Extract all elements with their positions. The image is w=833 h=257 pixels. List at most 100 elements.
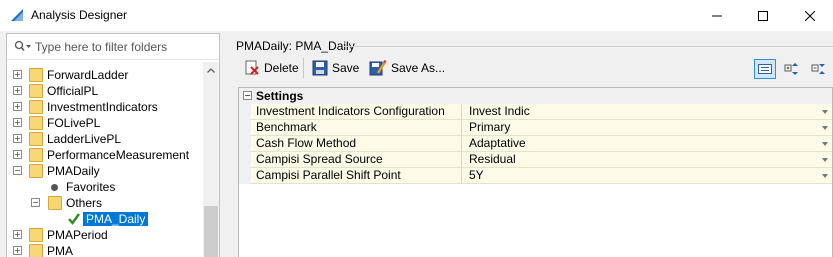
- property-row[interactable]: Investment Indicators Configuration Inve…: [239, 104, 832, 120]
- minimize-icon: [712, 15, 722, 16]
- checkmark-icon: [68, 213, 80, 225]
- tree-item-favorites[interactable]: Favorites: [7, 179, 203, 195]
- collapse-all-icon: [811, 64, 825, 74]
- tree-item-label: PMA_Daily: [83, 212, 149, 226]
- tree-item-label: Favorites: [66, 180, 116, 194]
- maximize-button[interactable]: [740, 0, 786, 31]
- categorized-view-button[interactable]: [754, 59, 776, 79]
- close-button[interactable]: [787, 0, 833, 31]
- save-button[interactable]: Save: [312, 57, 359, 79]
- property-grid: − Settings Investment Indicators Configu…: [238, 87, 833, 257]
- folder-icon: [29, 148, 43, 162]
- tree-item-ladderlivepl[interactable]: + LadderLivePL: [7, 131, 203, 147]
- title-divider: [344, 46, 833, 47]
- folder-icon: [29, 84, 43, 98]
- expand-all-icon: [784, 63, 798, 75]
- property-value[interactable]: 5Y: [462, 168, 832, 184]
- property-value[interactable]: Primary: [462, 120, 832, 136]
- property-name: Benchmark: [251, 120, 462, 136]
- app-logo-icon: [11, 9, 23, 21]
- tree-item-pmaperiod[interactable]: + PMAPeriod: [7, 227, 203, 243]
- folder-icon: [29, 132, 43, 146]
- property-value[interactable]: Residual: [462, 152, 832, 168]
- save-as-button[interactable]: Save As...: [369, 57, 445, 79]
- property-value-text: Residual: [469, 152, 516, 166]
- tree-item-pma-daily[interactable]: PMA_Daily: [7, 211, 203, 227]
- tree-item-officialpl[interactable]: + OfficialPL: [7, 83, 203, 99]
- property-value-text: 5Y: [469, 168, 484, 182]
- window-title: Analysis Designer: [31, 8, 128, 22]
- folder-icon: [29, 116, 43, 130]
- expand-icon[interactable]: +: [13, 86, 22, 95]
- tree-item-performancemeasurement[interactable]: + PerformanceMeasurement: [7, 147, 203, 163]
- collapse-icon[interactable]: −: [31, 198, 40, 207]
- folder-filter-input[interactable]: [35, 39, 213, 55]
- tree-item-investmentindicators[interactable]: + InvestmentIndicators: [7, 99, 203, 115]
- property-row[interactable]: Campisi Parallel Shift Point 5Y: [239, 168, 832, 184]
- property-name: Cash Flow Method: [251, 136, 462, 152]
- tree-item-forwardladder[interactable]: + ForwardLadder: [7, 67, 203, 83]
- settings-category[interactable]: − Settings: [239, 88, 832, 104]
- folder-icon: [29, 244, 43, 257]
- folder-panel: + ForwardLadder + OfficialPL + Investmen…: [6, 33, 220, 257]
- scrollbar-thumb[interactable]: [204, 206, 218, 257]
- delete-icon: [245, 60, 259, 75]
- expand-icon[interactable]: +: [13, 70, 22, 79]
- folder-tree: + ForwardLadder + OfficialPL + Investmen…: [7, 62, 203, 257]
- expand-icon[interactable]: +: [13, 246, 22, 255]
- save-as-icon: [369, 60, 387, 76]
- title-bar: Analysis Designer: [0, 0, 833, 31]
- property-value[interactable]: Adaptative: [462, 136, 832, 152]
- folder-icon: [29, 100, 43, 114]
- dropdown-arrow-icon[interactable]: [822, 142, 828, 146]
- tree-item-label: LadderLivePL: [47, 132, 122, 146]
- property-value-text: Adaptative: [469, 136, 526, 150]
- tree-item-pmadaily[interactable]: − PMADaily: [7, 163, 203, 179]
- property-row[interactable]: Cash Flow Method Adaptative: [239, 136, 832, 152]
- panel-title: PMADaily: PMA_Daily: [236, 39, 355, 53]
- tree-item-label: Others: [66, 196, 103, 210]
- tree-item-label: PMAPeriod: [47, 228, 108, 242]
- delete-button[interactable]: Delete: [244, 57, 299, 79]
- toolbar-separator: [303, 58, 304, 78]
- property-value[interactable]: Invest Indic: [462, 104, 832, 120]
- tree-item-label: PMADaily: [47, 164, 100, 178]
- tree-item-folivepl[interactable]: + FOLivePL: [7, 115, 203, 131]
- save-as-label: Save As...: [391, 61, 446, 75]
- bullet-icon: [51, 184, 58, 191]
- tree-item-pma[interactable]: + PMA: [7, 243, 203, 257]
- folder-icon: [29, 164, 43, 178]
- collapse-icon[interactable]: −: [13, 166, 22, 175]
- minimize-button[interactable]: [694, 0, 740, 31]
- tree-scrollbar[interactable]: [203, 62, 219, 257]
- property-name: Investment Indicators Configuration: [251, 104, 462, 120]
- tree-item-label: PerformanceMeasurement: [47, 148, 190, 162]
- expand-icon[interactable]: +: [13, 230, 22, 239]
- tree-item-label: ForwardLadder: [47, 68, 129, 82]
- dropdown-arrow-icon[interactable]: [822, 126, 828, 130]
- expand-icon[interactable]: +: [13, 150, 22, 159]
- chevron-up-icon: [207, 67, 215, 73]
- tree-item-label: OfficialPL: [47, 84, 99, 98]
- scroll-up-button[interactable]: [203, 62, 219, 78]
- expand-all-button[interactable]: [781, 59, 803, 79]
- property-value-text: Primary: [469, 120, 511, 134]
- dropdown-arrow-icon[interactable]: [822, 158, 828, 162]
- dropdown-arrow-icon[interactable]: [822, 174, 828, 178]
- property-value-text: Invest Indic: [469, 104, 530, 118]
- tree-item-others[interactable]: − Others: [7, 195, 203, 211]
- property-row[interactable]: Benchmark Primary: [239, 120, 832, 136]
- row-gutter: [239, 104, 251, 120]
- folder-icon: [29, 68, 43, 82]
- expand-icon[interactable]: +: [13, 118, 22, 127]
- property-name: Campisi Parallel Shift Point: [251, 168, 462, 184]
- save-icon: [312, 60, 328, 76]
- row-gutter: [239, 168, 251, 184]
- collapse-all-button[interactable]: [808, 59, 830, 79]
- expand-icon[interactable]: +: [13, 102, 22, 111]
- expand-icon[interactable]: +: [13, 134, 22, 143]
- property-row[interactable]: Campisi Spread Source Residual: [239, 152, 832, 168]
- dropdown-arrow-icon[interactable]: [822, 110, 828, 114]
- tree-item-label: PMA: [47, 244, 74, 257]
- collapse-icon[interactable]: −: [243, 91, 252, 100]
